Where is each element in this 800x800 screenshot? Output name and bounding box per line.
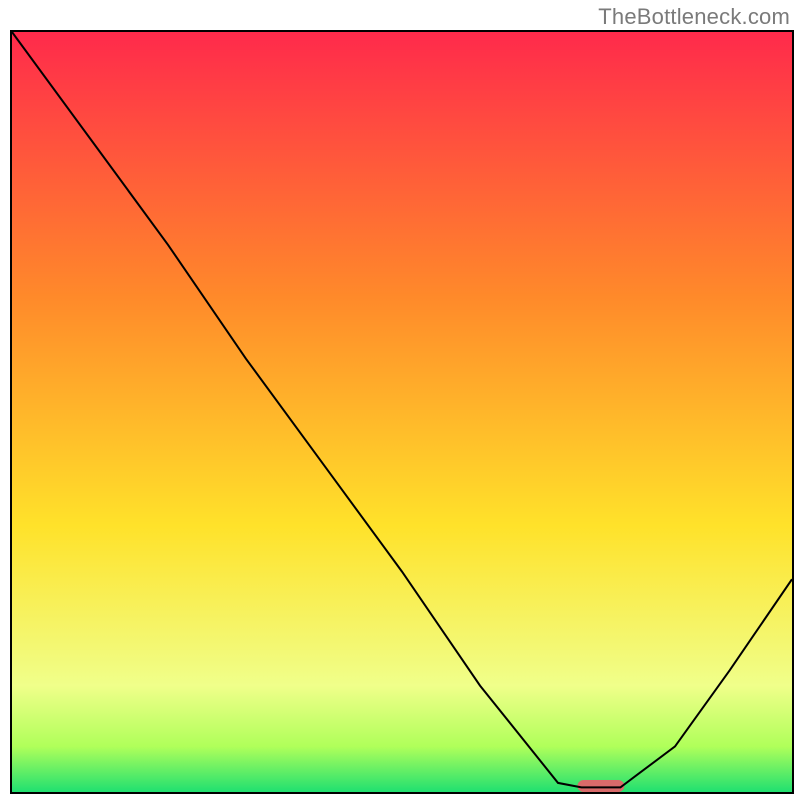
chart-frame: TheBottleneck.com <box>0 0 800 800</box>
plot-area <box>10 30 794 794</box>
gradient-background <box>12 32 792 792</box>
watermark-text: TheBottleneck.com <box>598 4 790 30</box>
bottleneck-chart <box>12 32 792 792</box>
optimal-marker <box>578 780 625 792</box>
